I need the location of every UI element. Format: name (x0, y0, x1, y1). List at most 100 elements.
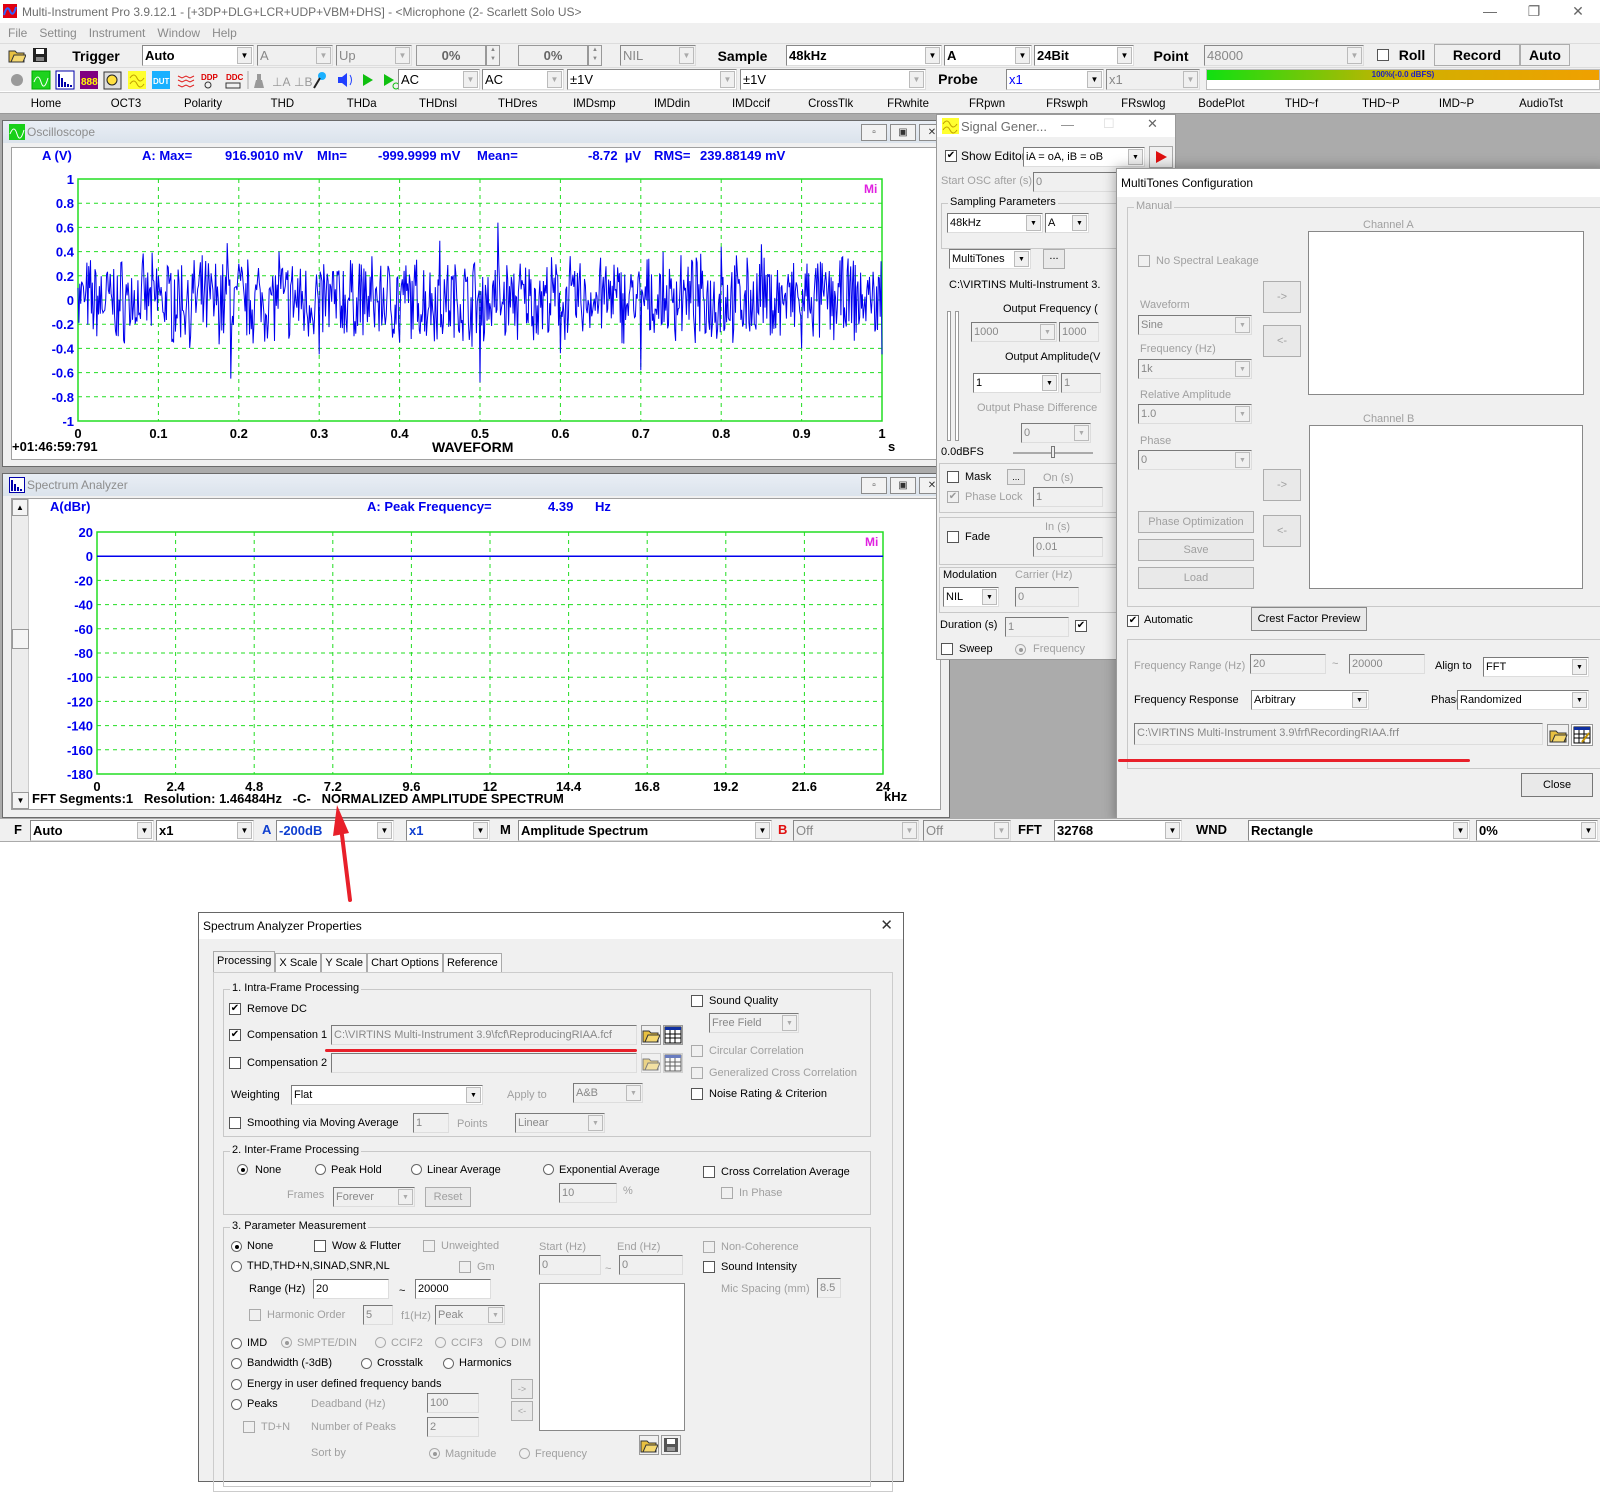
frequency-response-select[interactable]: Arbitrary ▼ (1251, 690, 1369, 710)
range-to-input[interactable]: 20000 (415, 1279, 491, 1299)
probe-a-select[interactable]: x1 ▼ (1006, 69, 1104, 90)
trigger-edge-select[interactable]: Up ▼ (336, 45, 412, 66)
trigger-channel-select[interactable]: A ▼ (257, 45, 333, 66)
tab-frswlog[interactable]: FRswlog (1121, 96, 1165, 110)
properties-tab-chart-options[interactable]: Chart Options (367, 953, 443, 973)
compensation-2-checkbox[interactable] (229, 1057, 241, 1069)
io-mapping-select[interactable]: iA = oA, iB = oB ▼ (1023, 147, 1145, 167)
mask-options-button[interactable]: ... (1007, 469, 1025, 485)
frequency-band-list[interactable] (539, 1283, 685, 1431)
pm-none-radio[interactable] (231, 1241, 242, 1252)
mt-frequency-select[interactable]: 1k ▼ (1138, 359, 1252, 379)
trigger-mode-select[interactable]: Auto ▼ (142, 45, 254, 66)
weighting-select[interactable]: Flat ▼ (291, 1085, 483, 1105)
tab-thd[interactable]: THD (271, 96, 294, 110)
mt-save-button[interactable]: Save (1138, 539, 1254, 561)
spectrum-titlebar[interactable]: Spectrum Analyzer ▫ ▣ ✕ (3, 474, 949, 496)
amplitude-slider-track[interactable] (947, 311, 951, 441)
reset-button[interactable]: Reset (425, 1187, 471, 1207)
mt-phase-select[interactable]: 0 ▼ (1138, 450, 1252, 470)
auto-button[interactable]: Auto (1520, 44, 1570, 66)
tab-home[interactable]: Home (31, 96, 61, 110)
close-button[interactable]: ✕ (1147, 116, 1158, 132)
crest-factor-preview-button[interactable]: Crest Factor Preview (1251, 607, 1367, 631)
open-folder-icon[interactable] (639, 1435, 659, 1455)
gen-sample-rate-select[interactable]: 48kHz ▼ (947, 213, 1043, 233)
apply-to-select[interactable]: A&B ▼ (573, 1083, 643, 1103)
range-a-select[interactable]: ±1V ▼ (567, 69, 737, 90)
harmonic-order-input[interactable]: 5 (363, 1305, 393, 1325)
multitones-titlebar[interactable]: MultiTones Configuration ✕ (1117, 169, 1600, 197)
save-icon[interactable] (661, 1435, 681, 1455)
sweep-frequency-radio[interactable] (1015, 644, 1026, 655)
tab-imddin[interactable]: IMDdin (654, 96, 690, 110)
overlap-select[interactable]: 0% ▼ (1476, 820, 1598, 841)
ccif3-radio[interactable] (435, 1337, 446, 1348)
menu-setting[interactable]: Setting (39, 26, 76, 40)
oscilloscope-plot-area[interactable]: A (V) A: Max= 916.9010 mV MIn= -999.9999… (11, 147, 941, 460)
tab-imdsmp[interactable]: IMDsmp (573, 96, 615, 110)
coupling-b-select[interactable]: AC ▼ (482, 69, 564, 90)
waveform-options-button[interactable]: ... (1043, 249, 1065, 269)
close-icon[interactable]: ✕ (880, 913, 893, 939)
non-coherence-checkbox[interactable] (703, 1241, 715, 1253)
smoothing-checkbox[interactable] (229, 1117, 241, 1129)
compensation-2-path-input[interactable] (331, 1053, 637, 1073)
roll-checkbox[interactable] (1377, 49, 1389, 61)
tab-imd-p[interactable]: IMD~P (1439, 96, 1474, 110)
mt-close-button[interactable]: Close (1521, 773, 1593, 797)
tab-crosstlk[interactable]: CrossTlk (808, 96, 853, 110)
remove-tone-b-button[interactable]: <- (1263, 515, 1301, 547)
table-edit-icon[interactable] (663, 1025, 683, 1045)
tab-oct3[interactable]: OCT3 (111, 96, 141, 110)
open-folder-icon[interactable] (8, 47, 27, 65)
mt-load-button[interactable]: Load (1138, 567, 1254, 589)
freq-scale-select[interactable]: Auto ▼ (30, 820, 154, 841)
probe-b-select[interactable]: x1 ▼ (1106, 69, 1200, 90)
phase-mode-select[interactable]: Randomized ▼ (1457, 690, 1589, 710)
start-hz-input[interactable]: 0 (539, 1255, 601, 1275)
sound-quality-checkbox[interactable] (691, 995, 703, 1007)
output-amplitude-a-select[interactable]: 1 ▼ (973, 373, 1059, 393)
gen-waveform-select[interactable]: MultiTones ▼ (949, 249, 1031, 269)
exponential-average-radio[interactable] (543, 1164, 554, 1175)
frames-select[interactable]: Forever ▼ (333, 1187, 415, 1207)
signal-generator-titlebar[interactable]: Signal Gener... — ☐ ✕ (937, 115, 1175, 137)
tab-thdnsl[interactable]: THDnsl (419, 96, 457, 110)
table-edit-icon[interactable] (1571, 724, 1593, 746)
save-icon[interactable] (32, 47, 50, 65)
open-folder-icon[interactable] (1547, 724, 1569, 746)
no-spectral-leakage-checkbox[interactable] (1138, 255, 1150, 267)
minimize-button[interactable]: — (1468, 0, 1512, 22)
menu-help[interactable]: Help (212, 26, 237, 40)
restore-button[interactable]: ❐ (1512, 0, 1556, 22)
range-from-input[interactable]: 20 (313, 1279, 389, 1299)
output-phase-select[interactable]: 0 ▼ (1021, 423, 1091, 443)
smoothing-points-input[interactable]: 1 (413, 1113, 449, 1133)
tab-frpwn[interactable]: FRpwn (969, 96, 1005, 110)
phase-lock-checkbox[interactable]: ✔ (947, 491, 959, 503)
menu-window[interactable]: Window (157, 26, 200, 40)
maximize-button[interactable]: ▣ (890, 477, 916, 494)
bit-depth-select[interactable]: 24Bit ▼ (1034, 45, 1134, 66)
phase-optimization-button[interactable]: Phase Optimization (1138, 511, 1254, 533)
output-amplitude-b-input[interactable]: 1 (1061, 373, 1101, 393)
gm-checkbox[interactable] (459, 1261, 471, 1273)
fade-checkbox[interactable] (947, 531, 959, 543)
trigger-level-stepper[interactable]: ▲ ▼ (486, 45, 500, 66)
modulation-select[interactable]: NIL ▼ (943, 587, 999, 607)
open-folder-icon[interactable] (641, 1025, 661, 1045)
dim-radio[interactable] (495, 1337, 506, 1348)
output-frequency-b-input[interactable]: 1000 (1059, 322, 1099, 342)
mask-checkbox[interactable] (947, 471, 959, 483)
tab-audiotst[interactable]: AudioTst (1519, 96, 1563, 110)
cross-correlation-avg-checkbox[interactable] (703, 1166, 715, 1178)
properties-tab-x-scale[interactable]: X Scale (275, 953, 322, 973)
unweighted-checkbox[interactable] (423, 1240, 435, 1252)
spectrum-plot-area[interactable]: ▲ ▼ A(dBr) A: Peak Frequency= 4.39 Hz 20… (11, 498, 941, 810)
fft-size-select[interactable]: 32768 ▼ (1054, 820, 1182, 841)
spectrum-mode-select[interactable]: Amplitude Spectrum ▼ (518, 820, 772, 841)
td-n-checkbox[interactable] (243, 1421, 255, 1433)
freq-range-from-input[interactable]: 20 (1250, 654, 1326, 674)
window-function-select[interactable]: Rectangle ▼ (1248, 820, 1470, 841)
